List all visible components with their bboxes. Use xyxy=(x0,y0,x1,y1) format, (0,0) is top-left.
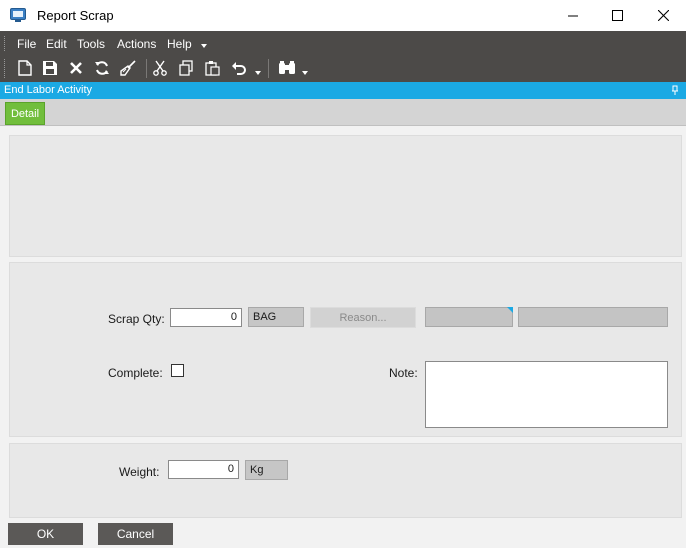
note-textarea[interactable] xyxy=(425,361,668,428)
cancel-button[interactable]: Cancel xyxy=(98,523,173,545)
maximize-icon xyxy=(611,10,623,21)
menu-help[interactable]: Help xyxy=(167,37,192,51)
ok-button[interactable]: OK xyxy=(8,523,83,545)
clear-button[interactable] xyxy=(118,58,138,78)
reason-description-field xyxy=(518,307,668,327)
close-button[interactable] xyxy=(640,0,686,31)
weight-label: Weight: xyxy=(119,465,160,479)
complete-checkbox[interactable] xyxy=(171,364,184,377)
reason-code-field xyxy=(425,307,513,327)
scrap-panel: Scrap Qty: 0 BAG Reason... Complete: Not… xyxy=(9,262,682,437)
weight-input[interactable]: 0 xyxy=(168,460,239,479)
copy-button[interactable] xyxy=(176,58,196,78)
minimize-button[interactable] xyxy=(550,0,596,31)
menu-grip[interactable] xyxy=(4,36,6,51)
minimize-icon xyxy=(568,15,578,16)
close-icon xyxy=(657,10,669,21)
top-panel xyxy=(9,135,682,257)
app-window-icon xyxy=(10,8,26,22)
menu-tools[interactable]: Tools xyxy=(77,37,105,51)
menu-bar: File Edit Tools Actions Help xyxy=(0,31,686,55)
field-indicator-icon xyxy=(507,307,513,313)
undo-dropdown-icon[interactable] xyxy=(255,70,261,76)
scrap-qty-input[interactable]: 0 xyxy=(170,308,242,327)
section-header: End Labor Activity xyxy=(0,82,686,99)
refresh-button[interactable] xyxy=(92,58,112,78)
copy-icon xyxy=(179,60,193,76)
scrap-qty-label: Scrap Qty: xyxy=(108,312,165,326)
tab-strip: Detail xyxy=(0,99,686,126)
section-title: End Labor Activity xyxy=(4,84,93,96)
undo-button[interactable] xyxy=(229,58,249,78)
search-dropdown-icon[interactable] xyxy=(302,70,308,76)
delete-icon xyxy=(70,62,82,74)
maximize-button[interactable] xyxy=(594,0,640,31)
reason-button[interactable]: Reason... xyxy=(310,307,416,328)
menu-actions[interactable]: Actions xyxy=(117,37,156,51)
tab-detail[interactable]: Detail xyxy=(5,102,45,125)
save-button[interactable] xyxy=(40,58,60,78)
toolbar xyxy=(0,55,686,82)
cut-icon xyxy=(153,60,167,76)
paste-icon xyxy=(205,61,220,76)
new-icon xyxy=(18,60,32,76)
complete-label: Complete: xyxy=(108,366,163,380)
cut-button[interactable] xyxy=(150,58,170,78)
pin-icon[interactable] xyxy=(670,85,680,95)
menu-edit[interactable]: Edit xyxy=(46,37,67,51)
menu-overflow-icon[interactable] xyxy=(201,43,207,49)
paste-button[interactable] xyxy=(202,58,222,78)
refresh-icon xyxy=(95,61,109,75)
search-icon xyxy=(279,61,295,74)
scrap-uom-field: BAG xyxy=(248,307,304,327)
undo-icon xyxy=(232,62,246,75)
clear-icon xyxy=(120,60,136,76)
new-button[interactable] xyxy=(15,58,35,78)
content-area: Scrap Qty: 0 BAG Reason... Complete: Not… xyxy=(0,126,686,548)
toolbar-grip[interactable] xyxy=(4,59,6,78)
save-icon xyxy=(43,61,57,75)
search-button[interactable] xyxy=(277,58,297,78)
window-title: Report Scrap xyxy=(37,8,114,23)
title-bar: Report Scrap xyxy=(0,0,686,31)
delete-button[interactable] xyxy=(66,58,86,78)
note-label: Note: xyxy=(389,366,418,380)
menu-file[interactable]: File xyxy=(17,37,36,51)
weight-uom-field: Kg xyxy=(245,460,288,480)
weight-panel: Weight: 0 Kg xyxy=(9,443,682,518)
